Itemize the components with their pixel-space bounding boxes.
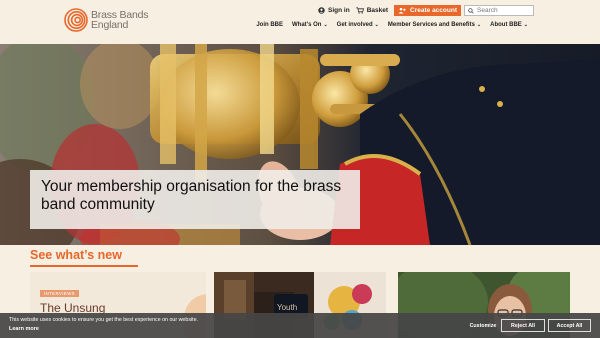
card-tag: INTERVIEWS: [40, 290, 79, 297]
nav-item-whats-on[interactable]: What's On ⌄: [292, 22, 328, 28]
search-icon: [468, 7, 474, 14]
logo-line-2: England: [91, 19, 129, 31]
nav-item-get-involved[interactable]: Get involved ⌄: [337, 22, 379, 28]
site-header: Brass Bands England Sign in Basket Creat…: [0, 0, 600, 44]
section-title: See what’s new: [30, 248, 122, 262]
hero-banner: Your membership organisation for the bra…: [0, 44, 600, 245]
customize-button[interactable]: Customize: [460, 319, 506, 332]
section-underline: [30, 265, 138, 267]
reject-all-button[interactable]: Reject All: [501, 319, 545, 332]
signin-label: Sign in: [328, 7, 350, 14]
basket-icon: [356, 7, 364, 14]
main-nav: Join BBE What's On ⌄ Get involved ⌄ Memb…: [247, 22, 528, 28]
chevron-down-icon: ⌄: [374, 22, 379, 28]
basket-label: Basket: [366, 7, 389, 14]
nav-item-about[interactable]: About BBE ⌄: [490, 22, 528, 28]
utility-bar: Sign in Basket Create account: [318, 5, 534, 16]
nav-item-label: What's On: [292, 22, 322, 28]
create-account-button[interactable]: Create account: [394, 5, 461, 16]
search-input[interactable]: [477, 7, 532, 14]
accept-all-button[interactable]: Accept All: [548, 319, 591, 332]
search-box[interactable]: [464, 5, 534, 16]
create-account-label: Create account: [410, 7, 457, 14]
nav-item-member-services[interactable]: Member Services and Benefits ⌄: [388, 22, 481, 28]
logo-rings-icon: [64, 8, 88, 32]
user-icon: [318, 7, 325, 14]
chevron-down-icon: ⌄: [323, 22, 328, 28]
create-account-icon: [398, 7, 406, 14]
cookie-message: This website uses cookies to ensure you …: [9, 317, 199, 323]
svg-text:Youth: Youth: [277, 303, 297, 312]
site-logo[interactable]: Brass Bands England: [64, 8, 149, 32]
cookie-banner: This website uses cookies to ensure you …: [0, 313, 600, 338]
hero-heading: Your membership organisation for the bra…: [41, 178, 342, 213]
chevron-down-icon: ⌄: [476, 22, 482, 28]
nav-item-label: Join BBE: [256, 22, 284, 28]
signin-link[interactable]: Sign in: [318, 7, 350, 14]
basket-link[interactable]: Basket: [356, 7, 388, 14]
chevron-down-icon: ⌄: [523, 22, 528, 28]
nav-item-join[interactable]: Join BBE: [256, 22, 283, 28]
nav-item-label: Member Services and Benefits: [387, 22, 475, 28]
logo-wordmark: Brass Bands England: [91, 10, 149, 31]
nav-item-label: About BBE: [490, 22, 522, 28]
learn-more-link[interactable]: Learn more: [9, 326, 39, 332]
hero-text-panel: Your membership organisation for the bra…: [30, 170, 360, 229]
nav-item-label: Get involved: [336, 22, 373, 28]
